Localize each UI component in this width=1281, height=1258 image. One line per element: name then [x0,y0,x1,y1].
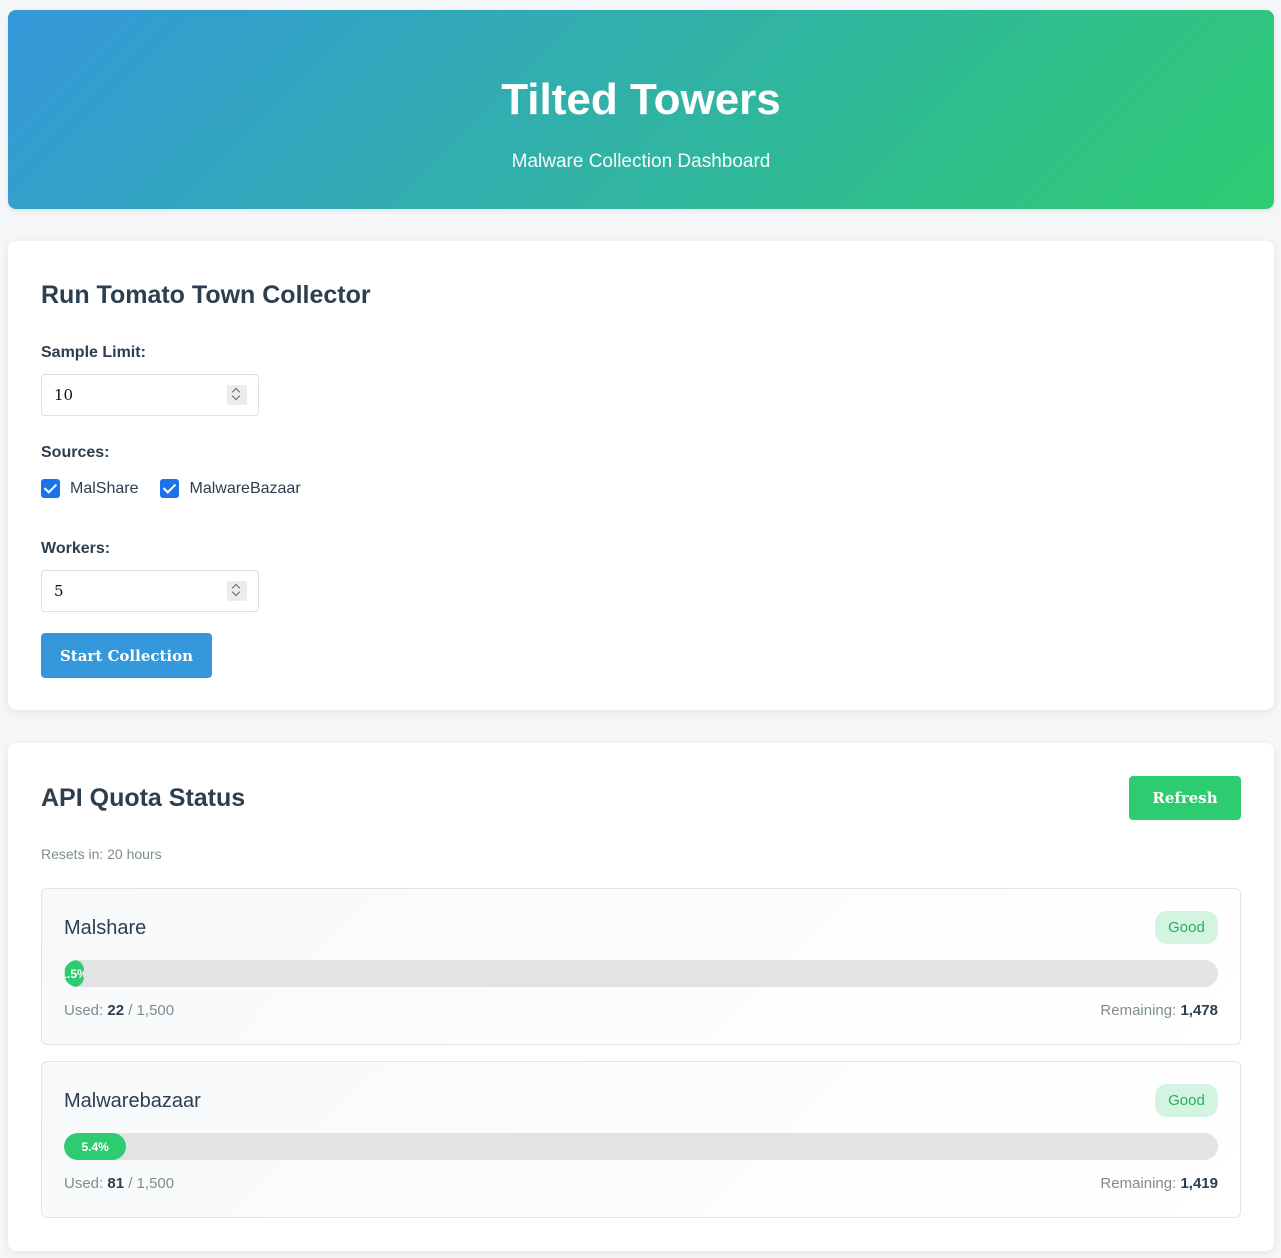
start-collection-button[interactable]: Start Collection [41,633,212,678]
progress-label: 5.4% [81,1139,109,1154]
sample-limit-label: Sample Limit: [41,344,146,361]
remaining-value: 1,419 [1180,1175,1218,1192]
progress-label: 1.5% [64,966,84,981]
status-badge: Good [1155,911,1218,944]
progress-bar: 1.5% [64,960,1218,987]
quota-item-name: Malshare [64,917,147,939]
workers-label: Workers: [41,540,111,557]
malwarebazaar-checkbox[interactable] [160,479,180,498]
used-value: 22 [107,1002,125,1019]
malshare-label: MalShare [70,479,139,497]
quota-item-malshare: Malshare Good 1.5% Used: 22 / 1,500 Rema… [41,888,1241,1045]
remaining-value: 1,478 [1180,1002,1218,1019]
workers-input[interactable]: 5 [41,570,259,612]
quota-card: API Quota Status Refresh Resets in: 20 h… [8,743,1274,1251]
collector-title: Run Tomato Town Collector [41,281,371,309]
workers-value: 5 [54,582,64,600]
refresh-button[interactable]: Refresh [1129,776,1241,820]
remaining-text: Remaining: 1,478 [1100,1002,1218,1019]
source-malwarebazaar[interactable]: MalwareBazaar [160,479,301,498]
used-label: Used: [64,1175,104,1192]
malshare-checkbox[interactable] [41,479,60,498]
source-malshare[interactable]: MalShare [41,479,138,498]
progress-bar: 5.4% [64,1133,1218,1160]
sources-checkbox-group: MalShare MalwareBazaar [41,479,323,498]
status-badge: Good [1155,1084,1218,1117]
page-subtitle: Malware Collection Dashboard [511,151,771,172]
used-label: Used: [64,1002,104,1019]
workers-spinner[interactable] [227,581,247,601]
sample-limit-spinner[interactable] [227,385,247,405]
used-limit: / 1,500 [128,1175,175,1192]
sample-limit-input[interactable]: 10 [41,374,259,416]
collector-card: Run Tomato Town Collector Sample Limit: … [8,241,1274,710]
remaining-text: Remaining: 1,419 [1100,1175,1218,1192]
remaining-label: Remaining: [1100,1002,1177,1019]
resets-text: Resets in: 20 hours [41,846,162,862]
used-text: Used: 81 / 1,500 [64,1175,174,1192]
page-title: Tilted Towers [501,75,781,124]
progress-fill: 5.4% [64,1133,127,1160]
progress-fill: 1.5% [64,960,84,987]
used-text: Used: 22 / 1,500 [64,1002,174,1019]
sample-limit-value: 10 [54,386,74,404]
malwarebazaar-label: MalwareBazaar [189,479,301,497]
sources-label: Sources: [41,444,110,461]
quota-item-malwarebazaar: Malwarebazaar Good 5.4% Used: 81 / 1,500… [41,1061,1241,1218]
remaining-label: Remaining: [1100,1175,1177,1192]
used-value: 81 [107,1175,125,1192]
used-limit: / 1,500 [128,1002,175,1019]
header-banner: Tilted Towers Malware Collection Dashboa… [8,10,1274,209]
quota-title: API Quota Status [41,784,246,812]
quota-item-name: Malwarebazaar [64,1090,201,1112]
